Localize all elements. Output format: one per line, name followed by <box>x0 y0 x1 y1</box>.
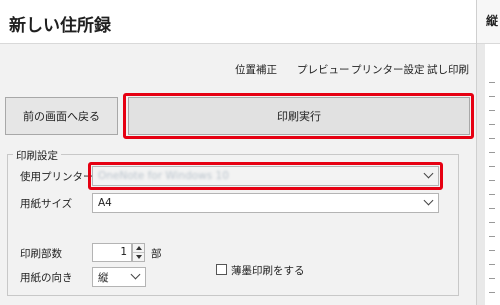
preview-line <box>489 96 495 97</box>
thin-ink-checkbox[interactable] <box>216 264 227 275</box>
caret-down-icon <box>135 255 142 260</box>
chevron-down-icon <box>423 195 434 206</box>
preview-line <box>489 110 495 111</box>
preview-line <box>489 124 495 125</box>
preview-orientation-label: 縦 <box>486 14 499 28</box>
stepper-down-button[interactable] <box>133 253 144 262</box>
copies-label: 印刷部数 <box>20 248 62 260</box>
print-execute-button[interactable]: 印刷実行 <box>128 97 470 135</box>
chevron-down-icon <box>130 269 141 280</box>
preview-line <box>489 166 495 167</box>
preview-scroll-edge <box>477 44 485 305</box>
paper-size-select[interactable]: A4 <box>92 193 439 213</box>
preview-line <box>489 278 495 279</box>
stepper-up-button[interactable] <box>133 244 144 253</box>
back-button[interactable]: 前の画面へ戻る <box>5 97 118 135</box>
menu-position-adjust[interactable]: 位置補正 <box>235 62 277 77</box>
title-bar: 新しい住所録 <box>0 0 476 44</box>
preview-line <box>489 264 495 265</box>
copies-stepper <box>132 243 145 262</box>
print-settings-legend: 印刷設定 <box>13 148 61 163</box>
orientation-select[interactable]: 縦 <box>92 267 146 287</box>
copies-unit: 部 <box>151 248 162 260</box>
thin-ink-label[interactable]: 薄墨印刷をする <box>231 263 305 278</box>
preview-line <box>489 292 495 293</box>
menu-preview[interactable]: プレビュー <box>297 62 350 77</box>
preview-line <box>489 236 495 237</box>
preview-line <box>489 222 495 223</box>
preview-line <box>489 152 495 153</box>
caret-up-icon <box>135 245 142 250</box>
copies-input[interactable]: 1 <box>92 243 132 262</box>
printer-select-value: OneNote for Windows 10 <box>98 170 229 182</box>
toolbar-menu: 位置補正 プレビュー プリンター設定 試し印刷 <box>0 54 476 84</box>
preview-line <box>489 138 495 139</box>
orientation-label: 用紙の向き <box>20 272 73 284</box>
paper-size-value: A4 <box>98 197 112 209</box>
preview-line <box>489 208 495 209</box>
orientation-value: 縦 <box>98 271 109 284</box>
paper-size-label: 用紙サイズ <box>20 198 73 210</box>
preview-header: 縦 <box>477 0 500 44</box>
preview-panel: 縦 <box>476 0 500 305</box>
preview-line <box>489 180 495 181</box>
chevron-down-icon <box>423 168 434 179</box>
menu-printer-settings[interactable]: プリンター設定 <box>351 62 425 77</box>
preview-line <box>489 194 495 195</box>
preview-line <box>489 250 495 251</box>
window-title: 新しい住所録 <box>9 16 111 36</box>
printer-label: 使用プリンター <box>20 171 94 183</box>
printer-select[interactable]: OneNote for Windows 10 <box>92 166 439 186</box>
menu-test-print[interactable]: 試し印刷 <box>427 62 469 77</box>
preview-line <box>489 82 495 83</box>
